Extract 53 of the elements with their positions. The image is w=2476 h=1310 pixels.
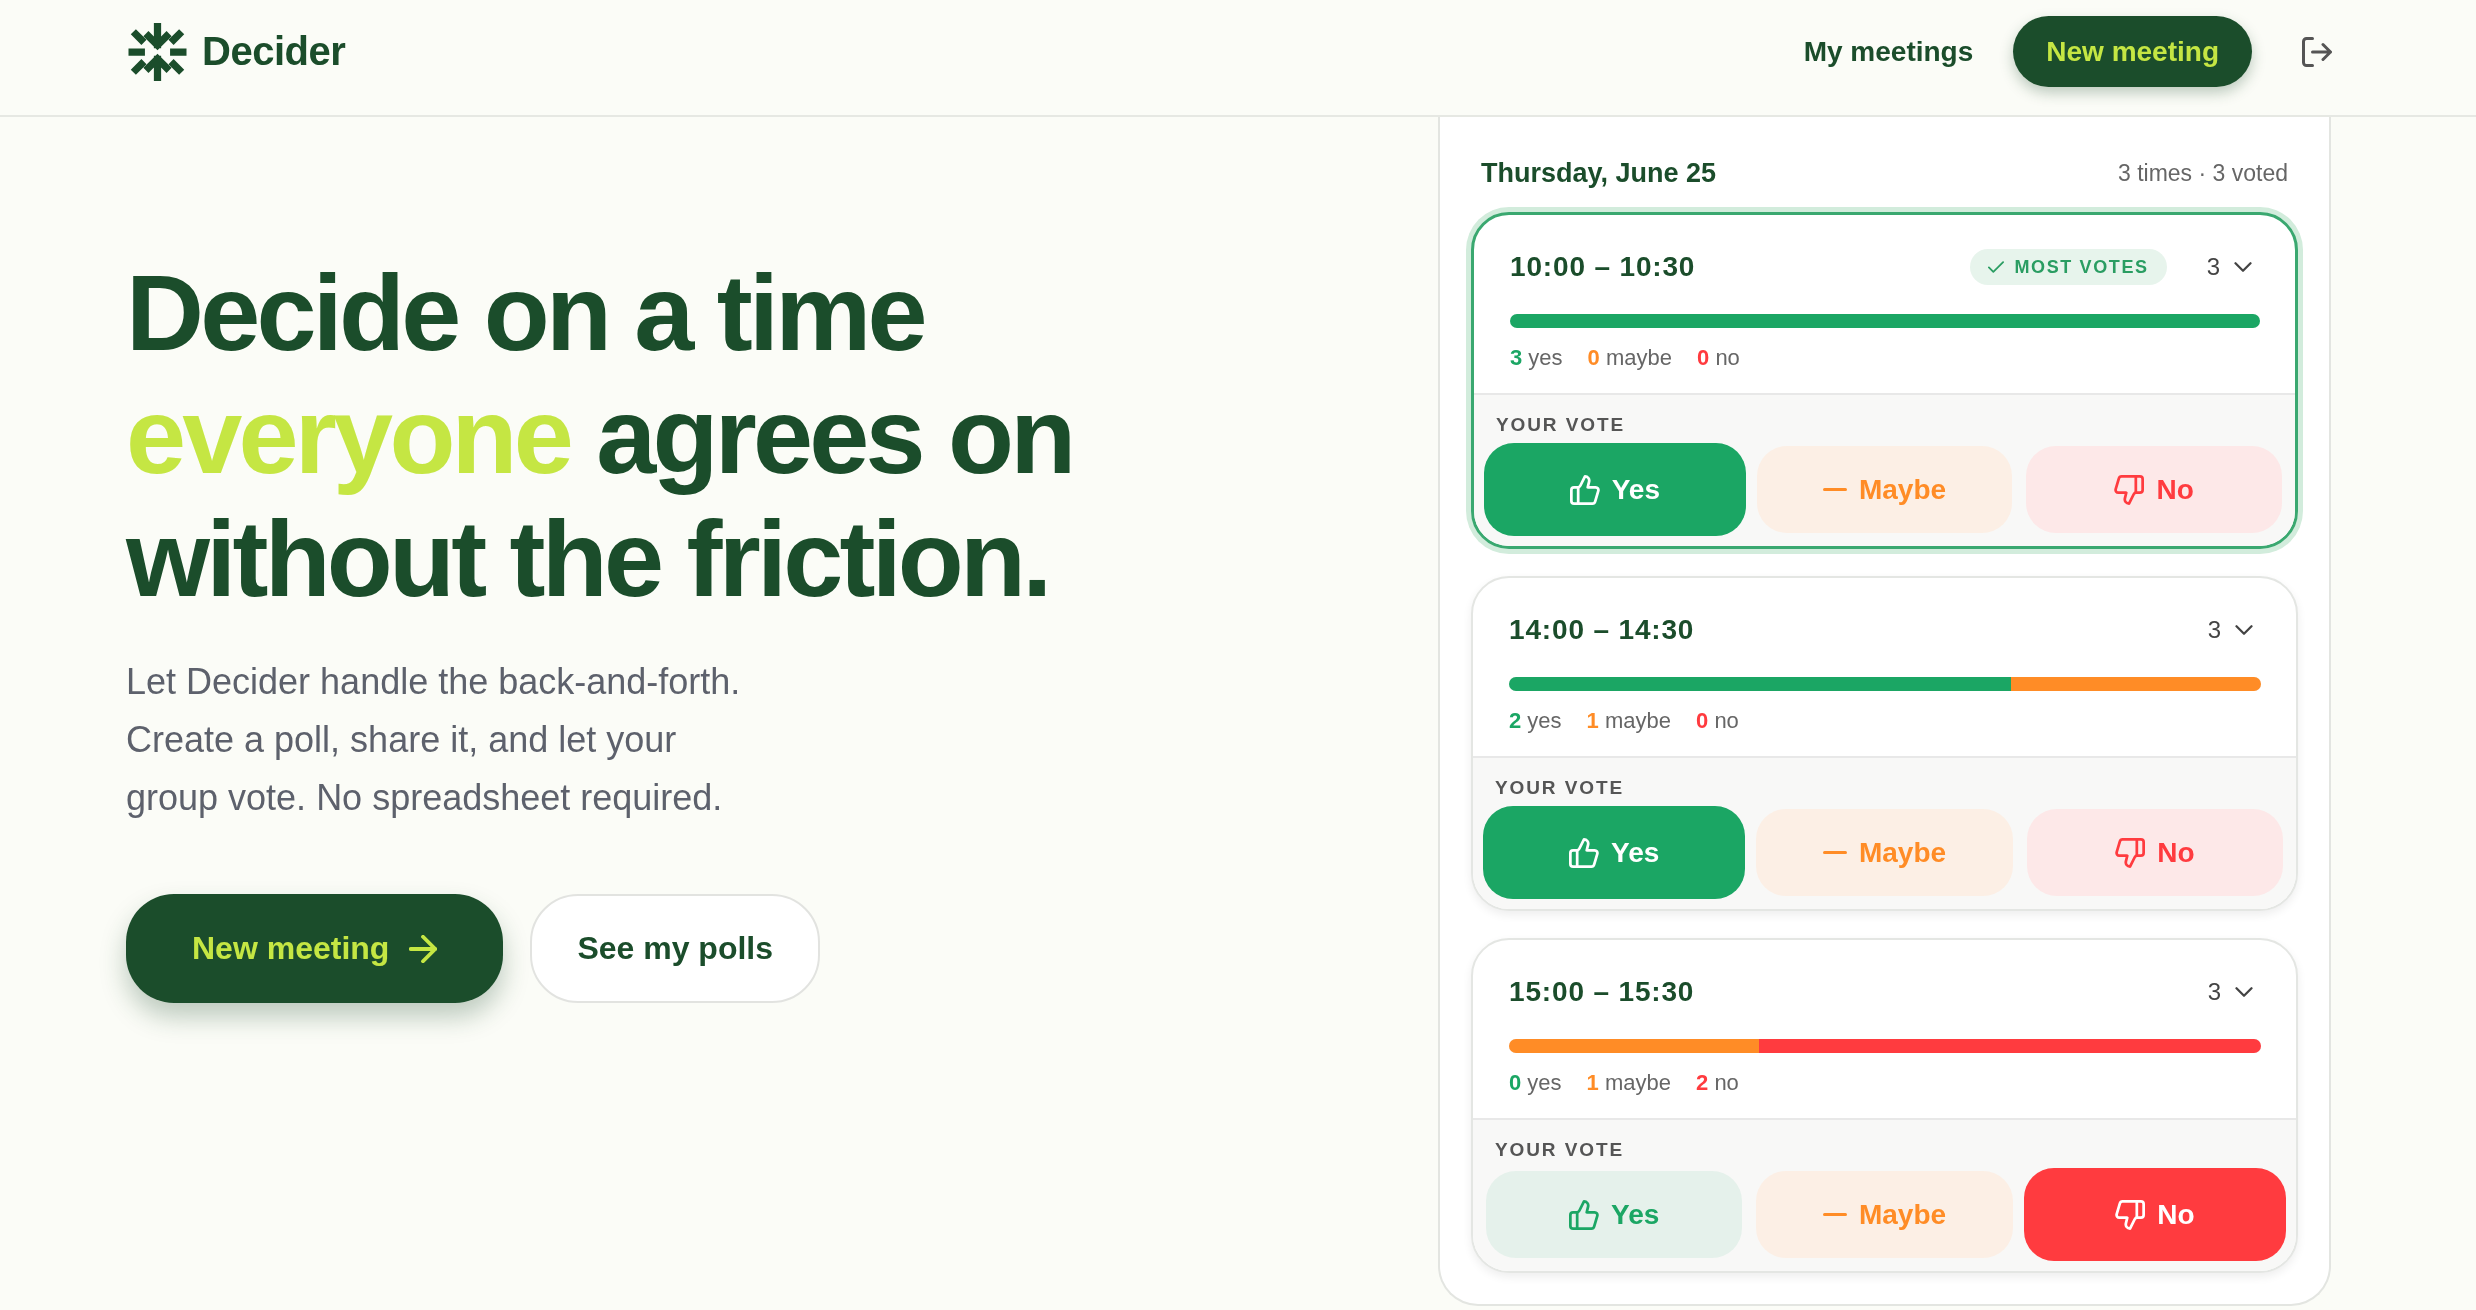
thumbs-down-icon xyxy=(2114,474,2145,505)
logout-icon[interactable] xyxy=(2302,36,2332,67)
vote-count: 2 yes xyxy=(1509,708,1562,734)
your-vote-label: YOUR VOTE xyxy=(1494,778,1625,798)
chevron-down-icon xyxy=(2234,262,2252,272)
vote-button[interactable]: No xyxy=(2026,446,2282,533)
headline: Decide on a time everyone agrees on without the friction. xyxy=(126,251,1074,620)
see-polls-button[interactable]: See my polls xyxy=(530,894,820,1003)
vote-button[interactable]: Yes xyxy=(1483,806,1746,899)
your-vote-label: YOUR VOTE xyxy=(1495,415,1626,435)
slot-time: 14:00 – 14:30 xyxy=(1509,614,1696,646)
new-meeting-button[interactable]: New meeting xyxy=(126,894,504,1003)
chevron-down-icon xyxy=(2235,625,2253,635)
vote-count: 1 maybe xyxy=(1586,708,1671,734)
thumbs-up-icon xyxy=(1569,837,1599,868)
slot-time: 15:00 – 15:30 xyxy=(1509,976,1696,1008)
check-icon xyxy=(1988,261,2005,273)
day-summary: 3 times · 3 voted xyxy=(2117,159,2288,187)
vote-button[interactable]: Maybe xyxy=(1756,446,2013,533)
vote-button[interactable]: No xyxy=(2026,809,2283,896)
vote-count: 0 maybe xyxy=(1587,345,1672,371)
vote-button[interactable]: No xyxy=(2023,1168,2286,1261)
voters-toggle[interactable]: 3 xyxy=(2207,616,2261,644)
thumbs-down-icon xyxy=(2115,1199,2146,1230)
vote-count: 3 yes xyxy=(1510,345,1563,371)
thumbs-down-icon xyxy=(2115,837,2146,868)
day-title: Thursday, June 25 xyxy=(1481,157,1717,189)
intro-text: Let Decider handle the back-and-forth. Create a poll, share it, and let your group vote. No spreadsheet required. xyxy=(126,660,742,820)
arrow-right-icon xyxy=(409,934,438,963)
vote-count: 1 maybe xyxy=(1586,1070,1671,1096)
your-vote-label: YOUR VOTE xyxy=(1494,1140,1625,1160)
logo-icon xyxy=(128,22,187,81)
vote-count: 0 yes xyxy=(1509,1070,1562,1096)
slot-time: 10:00 – 10:30 xyxy=(1510,251,1697,283)
thumbs-up-icon xyxy=(1569,474,1600,505)
brand-name: Decider xyxy=(202,29,346,74)
nav-link[interactable]: My meetings xyxy=(1803,35,1974,68)
vote-button[interactable]: Yes xyxy=(1486,1171,1743,1258)
vote-button[interactable]: Maybe xyxy=(1756,1171,2013,1258)
chevron-down-icon xyxy=(2235,987,2253,997)
vote-count: 0 no xyxy=(1697,345,1740,371)
minus-icon xyxy=(1822,488,1847,491)
badge-label: MOST VOTES xyxy=(2014,256,2149,278)
vote-count: 2 no xyxy=(1696,1070,1739,1096)
voters-toggle[interactable]: 3 xyxy=(2207,978,2261,1006)
voters-toggle[interactable]: 3 xyxy=(2206,253,2260,281)
new-meeting-button[interactable]: New meeting xyxy=(2013,16,2252,87)
vote-count: 0 no xyxy=(1696,708,1739,734)
thumbs-up-icon xyxy=(1569,1199,1599,1230)
vote-button[interactable]: Maybe xyxy=(1756,809,2013,896)
vote-button[interactable]: Yes xyxy=(1484,443,1746,536)
minus-icon xyxy=(1822,1213,1847,1216)
minus-icon xyxy=(1822,851,1847,854)
